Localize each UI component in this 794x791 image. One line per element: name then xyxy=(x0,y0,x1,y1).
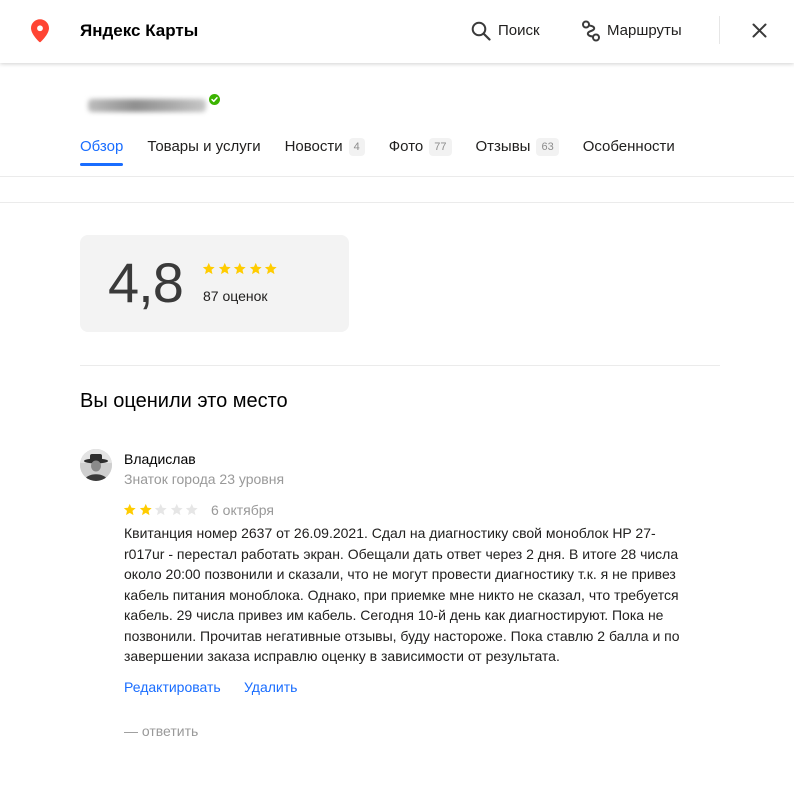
routes-button[interactable]: Маршруты xyxy=(607,20,682,42)
rating-stars xyxy=(202,262,278,276)
tab-count-badge: 4 xyxy=(348,138,365,156)
review-text: Квитанция номер 2637 от 26.09.2021. Сдал… xyxy=(124,523,680,667)
tab-features[interactable]: Особенности xyxy=(583,137,675,157)
reply-link[interactable]: — ответить xyxy=(124,722,198,740)
header: Яндекс Карты Поиск Маршруты xyxy=(0,0,794,63)
avatar[interactable] xyxy=(80,449,112,481)
org-name-blurred xyxy=(88,99,206,112)
tab-label: Особенности xyxy=(582,138,675,155)
divider xyxy=(80,365,720,366)
review-text-line: кабель питания моноблока. Однако, при пр… xyxy=(124,586,679,603)
close-icon[interactable] xyxy=(752,23,767,43)
verified-check-icon xyxy=(209,94,220,105)
star-empty-icon xyxy=(170,503,183,516)
star-filled-icon xyxy=(249,262,262,275)
tab-photos[interactable]: Фото 77 xyxy=(389,137,452,157)
review-text-line: около 20:00 позвонили и сказали, что не … xyxy=(124,566,676,582)
app-title[interactable]: Яндекс Карты xyxy=(80,20,198,42)
search-button[interactable]: Поиск xyxy=(498,20,540,42)
tab-label: Отзывы xyxy=(475,138,531,155)
search-icon[interactable] xyxy=(471,21,491,46)
review-author-level: Знаток города 23 уровня xyxy=(124,471,285,487)
tab-overview[interactable]: Обзор xyxy=(80,137,124,166)
tab-label: Фото xyxy=(388,138,424,155)
review-text-line: завершении заказа исправлю оценку в зави… xyxy=(124,648,560,664)
star-filled-icon xyxy=(218,262,231,275)
review-date: 6 октября xyxy=(211,502,274,518)
star-filled-icon xyxy=(139,503,152,516)
routes-icon[interactable] xyxy=(581,20,601,47)
tab-count-badge: 77 xyxy=(429,138,452,156)
star-filled-icon xyxy=(123,503,136,516)
edit-review-link[interactable]: Редактировать xyxy=(124,678,221,696)
tab-reviews[interactable]: Отзывы 63 xyxy=(476,137,559,157)
delete-review-link[interactable]: Удалить xyxy=(244,678,297,696)
star-filled-icon xyxy=(233,262,246,275)
section-divider xyxy=(0,202,794,203)
star-empty-icon xyxy=(185,503,198,516)
tab-label: Обзор xyxy=(80,138,124,155)
header-divider xyxy=(719,16,720,44)
review-text-line: r017ur - перестал работать экран. Обещал… xyxy=(124,545,679,562)
tabs-divider xyxy=(0,176,794,177)
tabs: Обзор Товары и услуги Новости 4 Фото 77 … xyxy=(80,137,675,166)
star-filled-icon xyxy=(202,262,215,275)
tab-goods-services[interactable]: Товары и услуги xyxy=(147,137,260,157)
tab-news[interactable]: Новости 4 xyxy=(285,137,365,157)
review-text-line: позвонили. Прочитав негативные отзывы, б… xyxy=(124,627,680,644)
my-review-heading: Вы оценили это место xyxy=(80,390,288,412)
review-author[interactable]: Владислав xyxy=(124,450,196,468)
review-stars xyxy=(123,503,199,517)
page: Яндекс Карты Поиск Маршруты Обзор Товары… xyxy=(0,0,794,791)
tab-label: Новости xyxy=(284,138,343,155)
review-text-line: кабель. 29 числа привез им кабель. Сегод… xyxy=(124,607,664,623)
rating-value: 4,8 xyxy=(108,251,184,314)
tab-label: Товары и услуги xyxy=(147,138,261,155)
tab-count-badge: 63 xyxy=(536,138,559,156)
star-filled-icon xyxy=(264,262,277,275)
star-empty-icon xyxy=(154,503,167,516)
review-text-line: Квитанция номер 2637 от 26.09.2021. Сдал… xyxy=(124,525,656,541)
rating-count[interactable]: 87 оценок xyxy=(203,287,268,305)
map-pin-icon[interactable] xyxy=(31,19,49,48)
